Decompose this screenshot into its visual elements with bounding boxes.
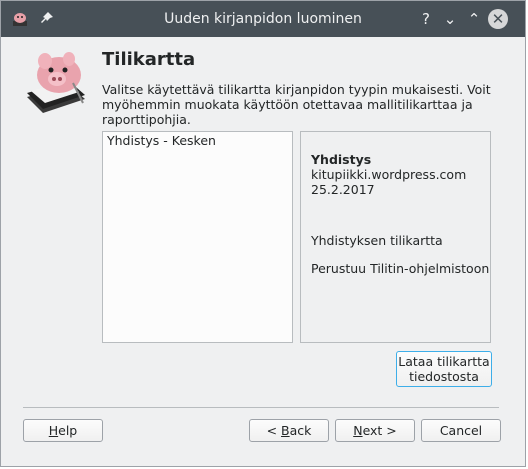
load-chart-from-file-button[interactable]: Lataa tilikartta tiedostosta bbox=[396, 351, 492, 387]
next-mnemonic: N bbox=[353, 423, 363, 438]
back-button[interactable]: < Back bbox=[249, 419, 329, 442]
help-label: elp bbox=[58, 423, 78, 438]
load-button-label-line1: Lataa tilikartta bbox=[398, 354, 490, 369]
load-button-label-line2: tiedostosta bbox=[409, 369, 479, 384]
next-label: ext > bbox=[362, 423, 397, 438]
title-bar[interactable]: Uuden kirjanpidon luominen ? ⌄ ⌃ ✕ bbox=[1, 1, 525, 37]
page-title: Tilikartta bbox=[102, 49, 196, 70]
back-mnemonic: B bbox=[281, 423, 290, 438]
chart-description: Yhdistyksen tilikartta bbox=[311, 233, 443, 248]
cancel-button[interactable]: Cancel bbox=[421, 419, 501, 442]
next-button[interactable]: Next > bbox=[335, 419, 415, 442]
help-button[interactable]: Help bbox=[23, 419, 103, 442]
separator bbox=[23, 407, 499, 408]
chart-details-panel: Yhdistys kitupiikki.wordpress.com 25.2.2… bbox=[300, 131, 491, 343]
close-button[interactable]: ✕ bbox=[488, 9, 508, 29]
chart-of-accounts-list[interactable]: Yhdistys - Kesken bbox=[102, 131, 293, 343]
back-label: ack bbox=[289, 423, 312, 438]
chart-based-on: Perustuu Tilitin-ohjelmistoon bbox=[311, 261, 490, 276]
chart-name: Yhdistys bbox=[311, 152, 372, 167]
minimize-button[interactable]: ⌄ bbox=[440, 9, 460, 29]
page-description: Valitse käytettävä tilikartta kirjanpido… bbox=[102, 82, 491, 127]
wizard-page: Tilikartta Valitse käytettävä tilikartta… bbox=[1, 37, 525, 466]
back-prefix: < bbox=[266, 423, 282, 438]
chart-source: kitupiikki.wordpress.com bbox=[311, 167, 467, 182]
help-mnemonic: H bbox=[48, 423, 59, 438]
wizard-window: Uuden kirjanpidon luominen ? ⌄ ⌃ ✕ Tilik… bbox=[0, 0, 526, 467]
list-item[interactable]: Yhdistys - Kesken bbox=[103, 132, 292, 149]
chart-date: 25.2.2017 bbox=[311, 182, 375, 197]
maximize-button[interactable]: ⌃ bbox=[464, 9, 484, 29]
piggy-bank-book-icon bbox=[27, 52, 85, 113]
help-window-button[interactable]: ? bbox=[416, 9, 436, 29]
